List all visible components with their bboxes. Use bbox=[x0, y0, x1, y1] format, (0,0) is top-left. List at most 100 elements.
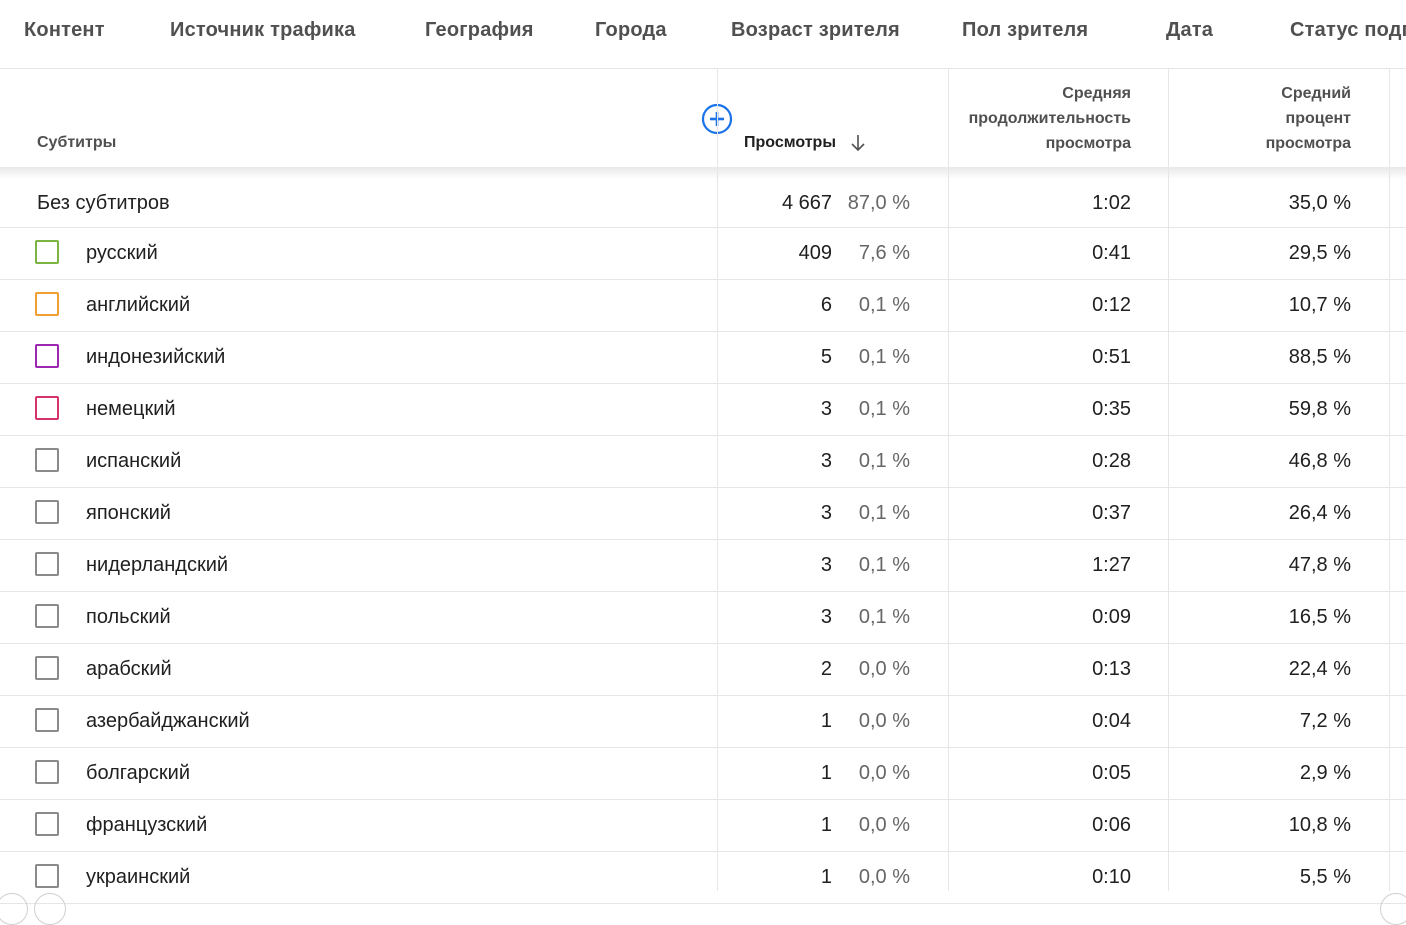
table-row[interactable]: польский 3 0,1 % 0:09 16,5 % bbox=[0, 592, 1406, 644]
avg-duration-line-3: просмотра bbox=[1045, 135, 1131, 152]
table-row[interactable]: нидерландский 3 0,1 % 1:27 47,8 % bbox=[0, 540, 1406, 592]
subtitle-language-name: английский bbox=[86, 294, 191, 316]
dimension-tabs: Контент Источник трафика География Город… bbox=[0, 0, 1406, 69]
table-row[interactable]: украинский 1 0,0 % 0:10 5,5 % bbox=[0, 852, 1406, 904]
column-header-avg-percent[interactable]: Средний процент просмотра bbox=[1200, 81, 1351, 156]
table-row[interactable]: немецкий 3 0,1 % 0:35 59,8 % bbox=[0, 384, 1406, 436]
row-checkbox[interactable] bbox=[35, 656, 59, 680]
avg-percent-value: 26,4 % bbox=[1288, 502, 1351, 524]
row-checkbox[interactable] bbox=[35, 240, 59, 264]
views-value: 409 bbox=[798, 242, 832, 264]
subtitle-language-name: польский bbox=[86, 606, 171, 628]
avg-percent-value: 35,0 % bbox=[1288, 192, 1351, 214]
row-checkbox[interactable] bbox=[35, 760, 59, 784]
row-checkbox[interactable] bbox=[35, 552, 59, 576]
table-row[interactable]: индонезийский 5 0,1 % 0:51 88,5 % bbox=[0, 332, 1406, 384]
table-row[interactable]: арабский 2 0,0 % 0:13 22,4 % bbox=[0, 644, 1406, 696]
subtitle-language-name: испанский bbox=[86, 450, 182, 472]
table-row[interactable]: японский 3 0,1 % 0:37 26,4 % bbox=[0, 488, 1406, 540]
views-value: 1 bbox=[820, 710, 832, 732]
views-value: 1 bbox=[820, 814, 832, 836]
tab-viewer-gender[interactable]: Пол зрителя bbox=[962, 19, 1088, 42]
subtitle-language-name: болгарский bbox=[86, 762, 191, 784]
scroll-left-icon[interactable] bbox=[0, 893, 28, 925]
avg-duration-line-2: продолжительность bbox=[968, 110, 1131, 127]
tab-traffic-source[interactable]: Источник трафика bbox=[170, 19, 356, 42]
subtitle-language-name: арабский bbox=[86, 658, 172, 680]
avg-percent-value: 47,8 % bbox=[1288, 554, 1351, 576]
row-checkbox[interactable] bbox=[35, 292, 59, 316]
views-share: 0,0 % bbox=[858, 814, 910, 836]
tab-viewer-age[interactable]: Возраст зрителя bbox=[731, 19, 900, 42]
views-share: 0,1 % bbox=[858, 554, 910, 576]
avg-duration-line-1: Средняя bbox=[1062, 85, 1131, 102]
table-row[interactable]: испанский 3 0,1 % 0:28 46,8 % bbox=[0, 436, 1406, 488]
row-checkbox[interactable] bbox=[35, 604, 59, 628]
avg-percent-value: 29,5 % bbox=[1288, 242, 1351, 264]
views-value: 3 bbox=[820, 502, 832, 524]
avg-duration-value: 0:10 bbox=[1092, 866, 1131, 888]
row-checkbox[interactable] bbox=[35, 396, 59, 420]
column-header-subtitles[interactable]: Субтитры bbox=[37, 130, 116, 155]
views-share: 0,0 % bbox=[858, 658, 910, 680]
row-checkbox[interactable] bbox=[35, 864, 59, 888]
column-header-avg-duration[interactable]: Средняя продолжительность просмотра bbox=[945, 81, 1131, 156]
avg-duration-value: 0:06 bbox=[1092, 814, 1131, 836]
row-checkbox[interactable] bbox=[35, 708, 59, 732]
tab-content[interactable]: Контент bbox=[24, 19, 105, 42]
views-value: 5 bbox=[820, 346, 832, 368]
views-share: 0,1 % bbox=[858, 294, 910, 316]
avg-percent-line-1: Средний bbox=[1281, 85, 1351, 102]
table-row[interactable]: азербайджанский 1 0,0 % 0:04 7,2 % bbox=[0, 696, 1406, 748]
views-value: 1 bbox=[820, 762, 832, 784]
sort-descending-icon bbox=[851, 134, 865, 151]
avg-duration-value: 0:41 bbox=[1092, 242, 1131, 264]
row-checkbox[interactable] bbox=[35, 344, 59, 368]
avg-duration-value: 0:12 bbox=[1092, 294, 1131, 316]
avg-duration-value: 0:35 bbox=[1092, 398, 1131, 420]
avg-duration-value: 1:02 bbox=[1092, 192, 1131, 214]
table-row[interactable]: французский 1 0,0 % 0:06 10,8 % bbox=[0, 800, 1406, 852]
scroll-icon[interactable] bbox=[34, 893, 66, 925]
avg-percent-value: 2,9 % bbox=[1299, 762, 1351, 784]
subtitle-language-name: русский bbox=[86, 242, 158, 264]
avg-percent-value: 5,5 % bbox=[1299, 866, 1351, 888]
avg-percent-value: 59,8 % bbox=[1288, 398, 1351, 420]
views-share: 0,1 % bbox=[858, 398, 910, 420]
views-share: 7,6 % bbox=[858, 242, 910, 264]
avg-duration-value: 0:28 bbox=[1092, 450, 1131, 472]
subtitle-language-name: немецкий bbox=[86, 398, 176, 420]
avg-duration-value: 0:04 bbox=[1092, 710, 1131, 732]
table-row[interactable]: Без субтитров 4 667 87,0 % 1:02 35,0 % bbox=[0, 179, 1406, 228]
views-share: 0,1 % bbox=[858, 502, 910, 524]
views-value: 3 bbox=[820, 398, 832, 420]
subtitle-language-name: французский bbox=[86, 814, 208, 836]
header-shadow bbox=[0, 167, 1406, 179]
tab-date[interactable]: Дата bbox=[1166, 19, 1213, 42]
tab-subscription-status[interactable]: Статус подписки bbox=[1290, 19, 1406, 42]
table-row[interactable]: английский 6 0,1 % 0:12 10,7 % bbox=[0, 280, 1406, 332]
avg-percent-value: 16,5 % bbox=[1288, 606, 1351, 628]
avg-duration-value: 0:51 bbox=[1092, 346, 1131, 368]
scroll-right-icon[interactable] bbox=[1380, 893, 1406, 925]
table-row[interactable]: болгарский 1 0,0 % 0:05 2,9 % bbox=[0, 748, 1406, 800]
views-value: 1 bbox=[820, 866, 832, 888]
views-share: 0,0 % bbox=[858, 762, 910, 784]
views-value: 3 bbox=[820, 450, 832, 472]
column-header-views[interactable]: Просмотры bbox=[744, 130, 866, 155]
tab-geography[interactable]: География bbox=[425, 19, 534, 42]
views-value: 3 bbox=[820, 606, 832, 628]
row-checkbox[interactable] bbox=[35, 500, 59, 524]
avg-percent-value: 46,8 % bbox=[1288, 450, 1351, 472]
subtitle-language-name: Без субтитров bbox=[37, 192, 170, 214]
views-share: 0,0 % bbox=[858, 866, 910, 888]
avg-percent-value: 10,7 % bbox=[1288, 294, 1351, 316]
row-checkbox[interactable] bbox=[35, 448, 59, 472]
row-checkbox[interactable] bbox=[35, 812, 59, 836]
table-row[interactable]: русский 409 7,6 % 0:41 29,5 % bbox=[0, 228, 1406, 280]
views-share: 87,0 % bbox=[847, 192, 910, 214]
views-value: 2 bbox=[820, 658, 832, 680]
table-header: Субтитры Просмотры Средняя продолжительн… bbox=[0, 69, 1406, 167]
avg-percent-value: 88,5 % bbox=[1288, 346, 1351, 368]
tab-cities[interactable]: Города bbox=[595, 19, 667, 42]
